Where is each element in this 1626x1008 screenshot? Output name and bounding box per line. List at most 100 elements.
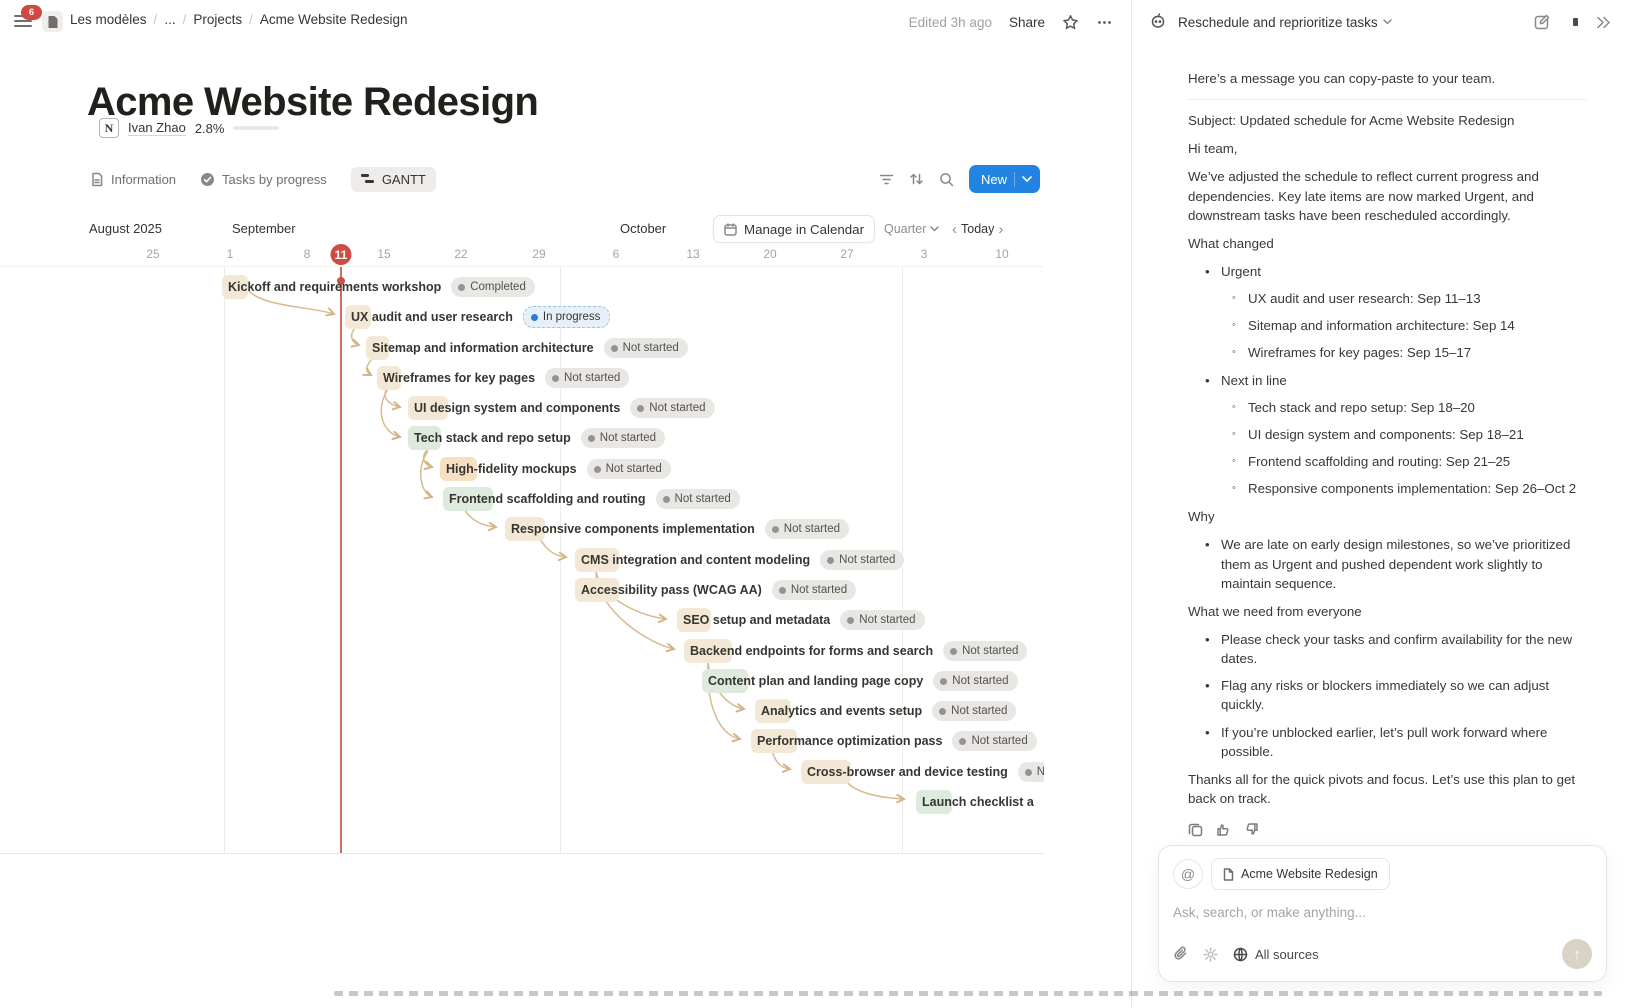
attach-icon[interactable] (1173, 946, 1188, 962)
star-icon[interactable] (1062, 14, 1079, 31)
status-badge: Not started (772, 580, 856, 600)
chevron-down-icon (1383, 19, 1392, 25)
status-badge: Completed (451, 277, 535, 297)
task-label: Backend endpoints for forms and search (684, 644, 933, 658)
mention-button[interactable]: @ (1173, 859, 1203, 889)
bullet-item: We are late on early design milestones, … (1188, 535, 1587, 592)
task-label: Frontend scaffolding and routing (443, 492, 646, 506)
panel-header: Reschedule and reprioritize tasks (1132, 0, 1626, 44)
section-heading: What changed (1188, 234, 1587, 253)
bullet-item: Please check your tasks and confirm avai… (1188, 630, 1587, 668)
thumbs-up-icon[interactable] (1216, 822, 1231, 837)
date-tick: 3 (921, 247, 928, 261)
collapse-panel-icon[interactable] (1596, 16, 1611, 29)
task-row[interactable]: UX audit and user research In progress (345, 302, 610, 332)
next-period-button[interactable]: › (994, 221, 1007, 238)
status-dot (779, 587, 786, 594)
filter-icon[interactable] (879, 173, 894, 186)
chat-input[interactable]: Ask, search, or make anything... (1173, 905, 1592, 920)
task-row[interactable]: High-fidelity mockups Not started (440, 454, 671, 484)
task-row[interactable]: Backend endpoints for forms and search N… (684, 636, 1027, 666)
topbar-actions: Edited 3h ago Share (909, 0, 1113, 44)
owner-mention[interactable]: Ivan Zhao (128, 120, 186, 136)
toggle-panel-icon[interactable] (1565, 14, 1581, 30)
status-dot (552, 375, 559, 382)
send-button[interactable]: ↑ (1562, 939, 1592, 969)
ai-response: Here’s a message you can copy-paste to y… (1132, 52, 1626, 837)
thread-title: Reschedule and reprioritize tasks (1178, 15, 1378, 30)
task-row[interactable]: Responsive components implementation Not… (505, 514, 849, 544)
task-row[interactable]: Cross-browser and device testing Not sta… (801, 757, 1044, 787)
task-row[interactable]: Tech stack and repo setup Not started (408, 423, 665, 453)
task-row[interactable]: Accessibility pass (WCAG AA) Not started (575, 575, 856, 605)
breadcrumb-item-current[interactable]: Acme Website Redesign (260, 12, 408, 27)
sort-icon[interactable] (909, 172, 924, 186)
date-tick: 10 (995, 247, 1008, 261)
new-thread-icon[interactable] (1534, 14, 1550, 30)
today-date-marker: 11 (331, 244, 352, 265)
context-row: @ Acme Website Redesign (1173, 858, 1592, 890)
bullet-item: Flag any risks or blockers immediately s… (1188, 676, 1587, 714)
status-dot (611, 345, 618, 352)
page-icon[interactable] (42, 11, 63, 32)
task-label: Analytics and events setup (755, 704, 922, 718)
task-row[interactable]: Performance optimization pass Not starte… (751, 726, 1037, 756)
sub-bullet-item: UX audit and user research: Sep 11–13 (1188, 289, 1587, 308)
breadcrumb-separator: / (249, 12, 253, 27)
main-area: 6 Les modèles / ... / Projects / Acme We… (0, 0, 1131, 1008)
section-heading: Why (1188, 507, 1587, 526)
status-dot (940, 678, 947, 685)
tab-information[interactable]: Information (90, 172, 176, 187)
task-row[interactable]: Wireframes for key pages Not started (377, 363, 629, 393)
status-badge: Not started (943, 641, 1027, 661)
progress-bar (233, 126, 279, 130)
task-row[interactable]: SEO setup and metadata Not started (677, 605, 925, 635)
task-row[interactable]: Launch checklist a Not started (916, 787, 1044, 817)
zoom-level-select[interactable]: Quarter (884, 215, 939, 243)
copy-icon[interactable] (1188, 822, 1203, 837)
email-closing: Thanks all for the quick pivots and focu… (1188, 770, 1587, 808)
task-row[interactable]: Analytics and events setup Not started (755, 696, 1016, 726)
tab-gantt[interactable]: GANTT (351, 167, 436, 192)
notion-logo-icon: N (99, 118, 119, 138)
email-subject: Subject: Updated schedule for Acme Websi… (1188, 111, 1587, 130)
date-tick: 27 (840, 247, 853, 261)
context-chip[interactable]: Acme Website Redesign (1211, 858, 1390, 890)
sub-bullet-item: Frontend scaffolding and routing: Sep 21… (1188, 452, 1587, 471)
breadcrumb-item-projects[interactable]: Projects (193, 12, 242, 27)
new-button[interactable]: New (969, 165, 1040, 193)
sub-bullet-item: Sitemap and information architecture: Se… (1188, 316, 1587, 335)
date-tick: 6 (613, 247, 620, 261)
tab-tasks-by-progress[interactable]: Tasks by progress (200, 172, 327, 187)
more-options-icon[interactable] (1096, 14, 1113, 31)
manage-in-calendar-button[interactable]: Manage in Calendar (713, 215, 875, 243)
task-label: Tech stack and repo setup (408, 431, 571, 445)
response-intro: Here’s a message you can copy-paste to y… (1188, 69, 1587, 88)
task-label: Performance optimization pass (751, 734, 942, 748)
all-sources-selector[interactable]: All sources (1233, 947, 1319, 962)
task-row[interactable]: Content plan and landing page copy Not s… (702, 666, 1018, 696)
ai-model-icon[interactable] (1203, 947, 1218, 962)
breadcrumb-item-templates[interactable]: Les modèles (70, 12, 147, 27)
search-icon[interactable] (939, 172, 954, 187)
thumbs-down-icon[interactable] (1244, 822, 1259, 837)
task-row[interactable]: Kickoff and requirements workshop Comple… (222, 272, 535, 302)
date-tick: 8 (304, 247, 311, 261)
task-row[interactable]: Sitemap and information architecture Not… (366, 333, 688, 363)
sub-bullet-item: Tech stack and repo setup: Sep 18–20 (1188, 398, 1587, 417)
breadcrumb-item-ellipsis[interactable]: ... (164, 12, 175, 27)
share-button[interactable]: Share (1009, 15, 1045, 30)
today-button[interactable]: Today (961, 222, 994, 236)
task-row[interactable]: UI design system and components Not star… (408, 393, 715, 423)
status-badge: Not started (765, 519, 849, 539)
date-tick: 25 (146, 247, 159, 261)
view-controls: New (879, 163, 1040, 195)
task-label: UX audit and user research (345, 310, 513, 324)
task-row[interactable]: Frontend scaffolding and routing Not sta… (443, 484, 740, 514)
thread-title-dropdown[interactable]: Reschedule and reprioritize tasks (1178, 15, 1392, 30)
calendar-icon (724, 223, 737, 236)
sub-bullet-item: Wireframes for key pages: Sep 15–17 (1188, 343, 1587, 362)
prev-period-button[interactable]: ‹ (948, 221, 961, 238)
task-row[interactable]: CMS integration and content modeling Not… (575, 545, 904, 575)
email-paragraph: We’ve adjusted the schedule to reflect c… (1188, 167, 1587, 224)
